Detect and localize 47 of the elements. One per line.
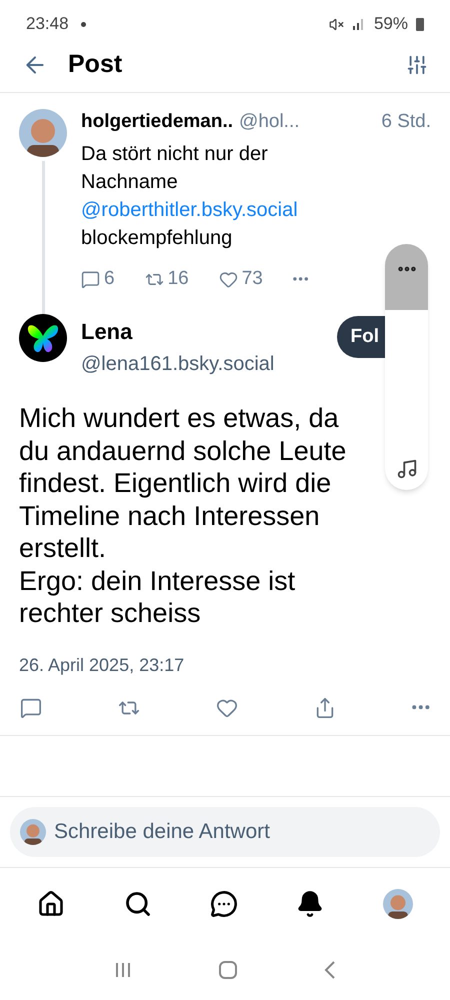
- post-text-line: findest. Eigentlich wird die: [19, 467, 332, 500]
- post-text-line: rechter scheiss: [19, 597, 201, 630]
- speech-bubble-icon: [81, 270, 100, 288]
- battery-icon: [416, 17, 424, 31]
- settings-icon[interactable]: [406, 54, 428, 76]
- post-text-line: du andauernd solche Leute: [19, 434, 346, 467]
- music-note-icon[interactable]: [396, 458, 418, 480]
- post-time: 6 Std.: [381, 110, 431, 134]
- reply-button[interactable]: 6: [81, 264, 115, 294]
- butterfly-avatar: [19, 314, 67, 362]
- mention-link[interactable]: .social: [241, 199, 298, 221]
- battery-level: 59%: [374, 13, 408, 36]
- author-handle: @hol...: [239, 110, 300, 134]
- recent-apps-icon[interactable]: [114, 961, 132, 979]
- post-text-line: Timeline nach Interessen: [19, 500, 320, 532]
- home-icon[interactable]: [37, 890, 66, 918]
- follow-button[interactable]: Fol: [336, 316, 385, 358]
- repost-button[interactable]: 16: [144, 264, 189, 294]
- home-button-icon[interactable]: [218, 961, 237, 979]
- page-title: Post: [68, 49, 122, 80]
- more-icon: [292, 277, 308, 281]
- author-name[interactable]: Lena: [81, 318, 274, 346]
- heart-icon: [218, 270, 238, 288]
- post-text: Da stört nicht nur der Nachname @roberthitler.bsky.social blockempfehlung: [81, 142, 299, 251]
- more-icon: [412, 705, 430, 710]
- back-button-icon[interactable]: [324, 961, 336, 979]
- post-text-line: Ergo: dein Interesse ist: [19, 564, 296, 597]
- like-button[interactable]: 73: [218, 264, 263, 294]
- reply-field[interactable]: Schreibe deine Antwort: [10, 807, 440, 857]
- search-icon[interactable]: [124, 890, 152, 918]
- user-avatar: [19, 109, 67, 157]
- reply-button[interactable]: [20, 696, 42, 718]
- author-handle: @lena161.bsky.social: [81, 352, 274, 377]
- post-text-line: erstellt.: [19, 532, 106, 564]
- post-text-line: Mich wundert es etwas, da: [19, 402, 339, 434]
- chat-icon[interactable]: [210, 890, 238, 918]
- more-button[interactable]: [412, 705, 430, 710]
- status-time: 23:48: [26, 13, 69, 36]
- profile-avatar: [382, 889, 413, 919]
- bell-icon[interactable]: [296, 890, 324, 918]
- more-button[interactable]: [292, 277, 308, 281]
- speech-bubble-icon: [20, 696, 42, 718]
- author-name[interactable]: holgertiedeman..: [81, 109, 234, 135]
- mention-link[interactable]: @roberthitler.bsky: [81, 199, 241, 221]
- mute-icon: [328, 16, 344, 32]
- signal-icon: [352, 17, 366, 31]
- post-date: 26. April 2025, 23:17: [18, 654, 186, 677]
